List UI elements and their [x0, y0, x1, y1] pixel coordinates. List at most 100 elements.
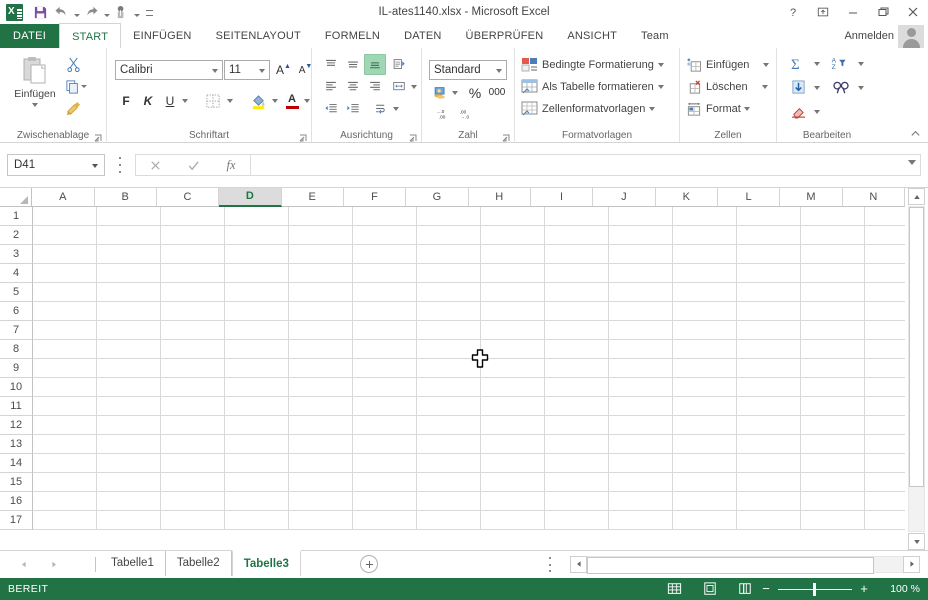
row-header-1[interactable]: 1	[0, 207, 33, 226]
cell-G2[interactable]	[417, 226, 481, 245]
cell-M15[interactable]	[801, 473, 865, 492]
borders-dropdown-caret-icon[interactable]	[224, 90, 236, 112]
cell-A10[interactable]	[33, 378, 97, 397]
tab-datei[interactable]: DATEI	[0, 24, 60, 48]
cell-B4[interactable]	[97, 264, 161, 283]
zoom-out-button[interactable]: −	[760, 582, 772, 595]
format-as-table-button[interactable]: Als Tabelle formatieren	[521, 76, 664, 98]
tab-start[interactable]: START	[59, 23, 122, 48]
cell-I14[interactable]	[545, 454, 609, 473]
horizontal-scrollbar-thumb[interactable]	[587, 556, 874, 574]
cell-G11[interactable]	[417, 397, 481, 416]
increase-indent-button[interactable]	[342, 98, 364, 119]
cell-K10[interactable]	[673, 378, 737, 397]
cell-D12[interactable]	[225, 416, 289, 435]
cell-C15[interactable]	[161, 473, 225, 492]
cell-H3[interactable]	[481, 245, 545, 264]
conditional-formatting-caret-icon[interactable]	[657, 63, 664, 67]
cell-M13[interactable]	[801, 435, 865, 454]
cell-B8[interactable]	[97, 340, 161, 359]
cell-E5[interactable]	[289, 283, 353, 302]
cell-K13[interactable]	[673, 435, 737, 454]
cell-K4[interactable]	[673, 264, 737, 283]
cell-styles-caret-icon[interactable]	[649, 107, 656, 111]
row-header-12[interactable]: 12	[0, 416, 33, 435]
align-right-button[interactable]	[364, 76, 386, 97]
scroll-left-button[interactable]	[570, 555, 587, 573]
cell-I17[interactable]	[545, 511, 609, 530]
cell-B13[interactable]	[97, 435, 161, 454]
cell-J13[interactable]	[609, 435, 673, 454]
cell-E17[interactable]	[289, 511, 353, 530]
delete-cells-caret-icon[interactable]	[761, 85, 768, 89]
tab-ansicht[interactable]: ANSICHT	[555, 24, 629, 48]
cell-E4[interactable]	[289, 264, 353, 283]
fill-button[interactable]	[787, 77, 809, 98]
sheet-tab-tabelle3[interactable]: Tabelle3	[231, 550, 301, 577]
cell-E16[interactable]	[289, 492, 353, 511]
page-break-preview-button[interactable]	[736, 581, 753, 597]
row-header-17[interactable]: 17	[0, 511, 33, 530]
fill-caret-icon[interactable]	[811, 77, 822, 98]
enter-formula-button[interactable]	[174, 155, 212, 175]
cell-I6[interactable]	[545, 302, 609, 321]
cell-I15[interactable]	[545, 473, 609, 492]
cell-M9[interactable]	[801, 359, 865, 378]
column-header-i[interactable]: I	[530, 188, 594, 207]
align-middle-button[interactable]	[342, 54, 364, 75]
cell-C5[interactable]	[161, 283, 225, 302]
cell-K11[interactable]	[673, 397, 737, 416]
row-header-7[interactable]: 7	[0, 321, 33, 340]
cell-K9[interactable]	[673, 359, 737, 378]
column-header-l[interactable]: L	[717, 188, 781, 207]
cell-A17[interactable]	[33, 511, 97, 530]
font-size-caret-icon[interactable]	[259, 69, 265, 73]
cell-G4[interactable]	[417, 264, 481, 283]
column-header-h[interactable]: H	[468, 188, 531, 207]
ribbon-display-options-button[interactable]	[808, 0, 838, 24]
font-size-input[interactable]: 11	[224, 60, 270, 80]
cell-H17[interactable]	[481, 511, 545, 530]
cell-C9[interactable]	[161, 359, 225, 378]
cell-L14[interactable]	[737, 454, 801, 473]
cell-E13[interactable]	[289, 435, 353, 454]
cell-B10[interactable]	[97, 378, 161, 397]
sort-filter-button[interactable]: AZ	[829, 53, 853, 74]
cell-F7[interactable]	[353, 321, 417, 340]
cell-K14[interactable]	[673, 454, 737, 473]
cell-C11[interactable]	[161, 397, 225, 416]
cell-F2[interactable]	[353, 226, 417, 245]
cell-E12[interactable]	[289, 416, 353, 435]
column-header-e[interactable]: E	[281, 188, 344, 207]
cell-A4[interactable]	[33, 264, 97, 283]
cell-D8[interactable]	[225, 340, 289, 359]
cell-A16[interactable]	[33, 492, 97, 511]
cell-M3[interactable]	[801, 245, 865, 264]
cell-F6[interactable]	[353, 302, 417, 321]
cell-A15[interactable]	[33, 473, 97, 492]
cell-G17[interactable]	[417, 511, 481, 530]
row-header-3[interactable]: 3	[0, 245, 33, 264]
cell-G7[interactable]	[417, 321, 481, 340]
fill-color-button[interactable]	[247, 90, 269, 112]
format-painter-button[interactable]	[62, 98, 84, 119]
cell-J8[interactable]	[609, 340, 673, 359]
cell-H15[interactable]	[481, 473, 545, 492]
cell-G6[interactable]	[417, 302, 481, 321]
minimize-button[interactable]	[838, 0, 868, 24]
column-header-k[interactable]: K	[655, 188, 718, 207]
cell-I3[interactable]	[545, 245, 609, 264]
cell-L11[interactable]	[737, 397, 801, 416]
next-sheet-button[interactable]	[46, 555, 62, 573]
cell-A9[interactable]	[33, 359, 97, 378]
font-color-button[interactable]: A	[281, 90, 303, 112]
cell-B6[interactable]	[97, 302, 161, 321]
cell-D2[interactable]	[225, 226, 289, 245]
cell-F13[interactable]	[353, 435, 417, 454]
tab-ueberpruefen[interactable]: ÜBERPRÜFEN	[454, 24, 556, 48]
wrap-text-dropdown-caret-icon[interactable]	[390, 98, 401, 119]
cell-I1[interactable]	[545, 207, 609, 226]
tab-einfuegen[interactable]: EINFÜGEN	[121, 24, 203, 48]
cell-H14[interactable]	[481, 454, 545, 473]
clear-button[interactable]	[787, 101, 809, 122]
